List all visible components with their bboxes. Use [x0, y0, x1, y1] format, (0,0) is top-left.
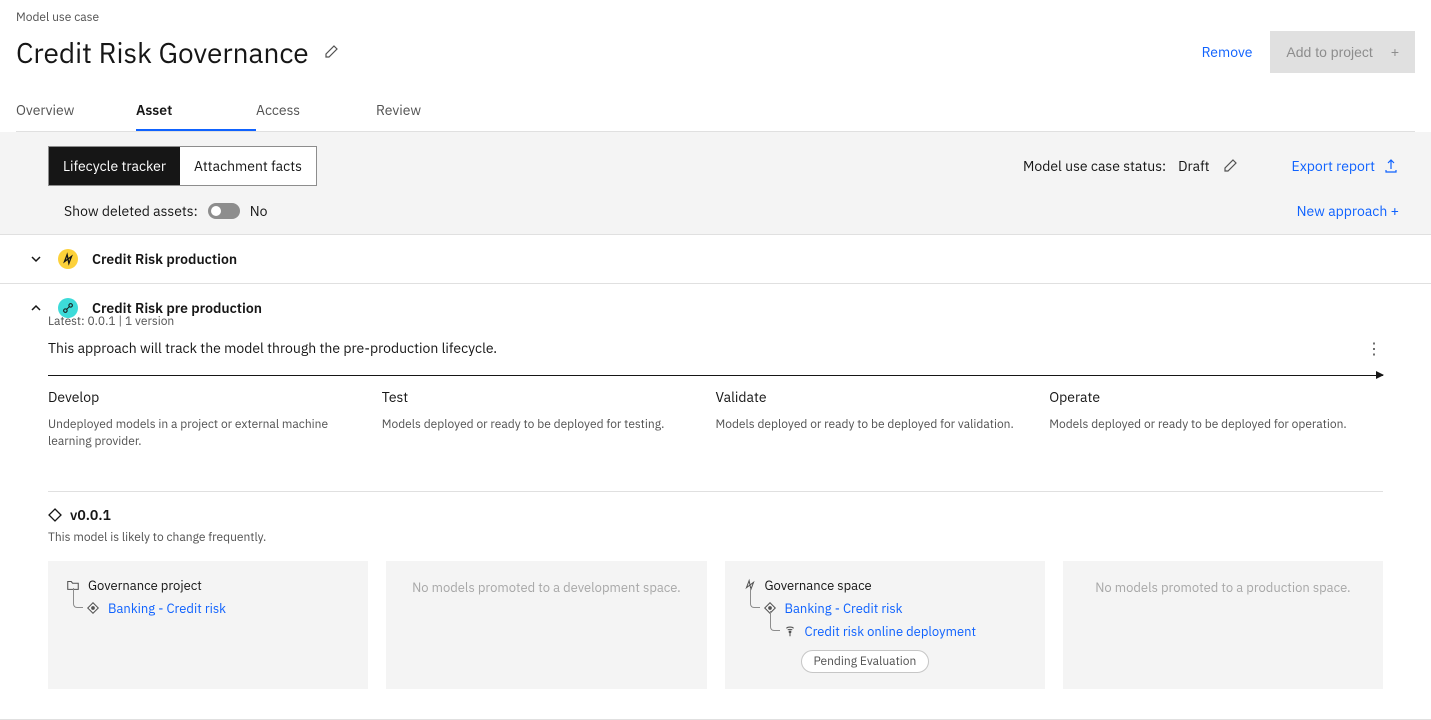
version-diamond-icon	[48, 508, 62, 522]
stage-test: Test Models deployed or ready to be depl…	[382, 388, 716, 451]
develop-model-link[interactable]: Banking - Credit risk	[108, 600, 226, 617]
approach-name-production: Credit Risk production	[92, 250, 237, 268]
status-label: Model use case status:	[1023, 157, 1166, 175]
validate-deployment-node: Credit risk online deployment	[783, 623, 1027, 640]
export-report-label: Export report	[1292, 157, 1375, 175]
validate-space-node: Governance space	[743, 577, 1027, 594]
card-validate: Governance space Banking - Credit risk C…	[725, 561, 1045, 689]
card-test-empty: No models promoted to a development spac…	[386, 561, 706, 689]
tab-asset[interactable]: Asset	[136, 91, 256, 131]
status-edit-icon[interactable]	[1222, 158, 1238, 174]
card-operate-empty: No models promoted to a production space…	[1063, 561, 1383, 689]
add-to-project-button: Add to project +	[1270, 31, 1415, 73]
stage-desc-test: Models deployed or ready to be deployed …	[382, 416, 696, 433]
toolbar-row-2: Show deleted assets: No New approach +	[0, 186, 1431, 234]
export-icon	[1383, 158, 1399, 174]
remove-link[interactable]: Remove	[1202, 43, 1253, 61]
approach-header-production[interactable]: Credit Risk production	[0, 235, 1431, 283]
approach-row-production: Credit Risk production	[0, 235, 1431, 284]
add-to-project-label: Add to project	[1286, 44, 1372, 60]
version-header: v0.0.1	[48, 491, 1383, 524]
breadcrumb: Model use case	[16, 10, 1415, 25]
status-value: Draft	[1178, 157, 1209, 175]
edit-icon[interactable]	[323, 44, 339, 60]
model-diamond-icon	[86, 601, 100, 615]
stage-desc-validate: Models deployed or ready to be deployed …	[716, 416, 1030, 433]
tab-access[interactable]: Access	[256, 91, 376, 131]
antenna-icon	[783, 624, 797, 638]
stage-validate: Validate Models deployed or ready to be …	[716, 388, 1050, 451]
validate-status-badge: Pending Evaluation	[801, 650, 930, 673]
card-develop: Governance project Banking - Credit risk	[48, 561, 368, 689]
toolbar-area: Lifecycle tracker Attachment facts Model…	[0, 132, 1431, 235]
show-deleted-toggle-group: Show deleted assets: No	[64, 202, 267, 220]
export-report-link[interactable]: Export report	[1292, 157, 1399, 175]
page-title: Credit Risk Governance	[16, 34, 309, 71]
chevron-down-icon	[28, 251, 44, 267]
stage-develop: Develop Undeployed models in a project o…	[48, 388, 382, 451]
title-row: Credit Risk Governance Remove Add to pro…	[16, 31, 1415, 73]
show-deleted-value: No	[250, 202, 268, 220]
segment-lifecycle[interactable]: Lifecycle tracker	[49, 147, 180, 185]
validate-model-node: Banking - Credit risk	[763, 600, 1027, 617]
status-block: Model use case status: Draft Export repo…	[1023, 157, 1399, 175]
stage-title-validate: Validate	[716, 388, 1030, 406]
stage-desc-operate: Models deployed or ready to be deployed …	[1049, 416, 1363, 433]
tabs: Overview Asset Access Review	[16, 91, 1415, 132]
chevron-up-icon	[28, 300, 44, 316]
toolbar-row-1: Lifecycle tracker Attachment facts Model…	[0, 132, 1431, 186]
card-operate-empty-text: No models promoted to a production space…	[1095, 579, 1350, 596]
approach-body-preproduction: This approach will track the model throu…	[0, 333, 1431, 719]
lifecycle-stages: Develop Undeployed models in a project o…	[48, 388, 1383, 451]
approach-description: This approach will track the model throu…	[48, 339, 1383, 357]
develop-project-node: Governance project	[66, 577, 350, 594]
approach-icon-production	[58, 249, 78, 269]
stage-operate: Operate Models deployed or ready to be d…	[1049, 388, 1383, 451]
develop-project-label: Governance project	[88, 577, 202, 594]
validate-deployment-link[interactable]: Credit risk online deployment	[805, 623, 977, 640]
stage-title-test: Test	[382, 388, 696, 406]
lifecycle-timeline-arrow	[48, 375, 1383, 376]
stage-desc-develop: Undeployed models in a project or extern…	[48, 416, 362, 451]
version-note: This model is likely to change frequentl…	[48, 530, 1383, 545]
page-header: Model use case Credit Risk Governance Re…	[0, 0, 1431, 73]
validate-model-link[interactable]: Banking - Credit risk	[785, 600, 903, 617]
kebab-menu-icon[interactable]: ⋮	[1366, 339, 1383, 359]
show-deleted-label: Show deleted assets:	[64, 202, 198, 220]
title-left: Credit Risk Governance	[16, 34, 339, 71]
tab-overview[interactable]: Overview	[16, 91, 136, 131]
validate-space-label: Governance space	[765, 577, 872, 594]
new-approach-link[interactable]: New approach +	[1297, 202, 1399, 220]
segment-switch: Lifecycle tracker Attachment facts	[48, 146, 317, 186]
develop-model-node: Banking - Credit risk	[86, 600, 350, 617]
tab-review[interactable]: Review	[376, 91, 496, 131]
approach-row-preproduction: Credit Risk pre production Latest: 0.0.1…	[0, 284, 1431, 720]
stage-cards: Governance project Banking - Credit risk…	[48, 561, 1383, 689]
version-label: v0.0.1	[70, 506, 111, 524]
plus-icon: +	[1391, 44, 1399, 60]
stage-title-develop: Develop	[48, 388, 362, 406]
approaches-list: Credit Risk production Credit Risk pre p…	[0, 235, 1431, 720]
show-deleted-toggle[interactable]	[208, 203, 240, 219]
segment-attachment[interactable]: Attachment facts	[180, 147, 316, 185]
card-test-empty-text: No models promoted to a development spac…	[412, 579, 681, 596]
title-actions: Remove Add to project +	[1202, 31, 1415, 73]
tabs-container: Overview Asset Access Review	[0, 91, 1431, 132]
stage-title-operate: Operate	[1049, 388, 1363, 406]
